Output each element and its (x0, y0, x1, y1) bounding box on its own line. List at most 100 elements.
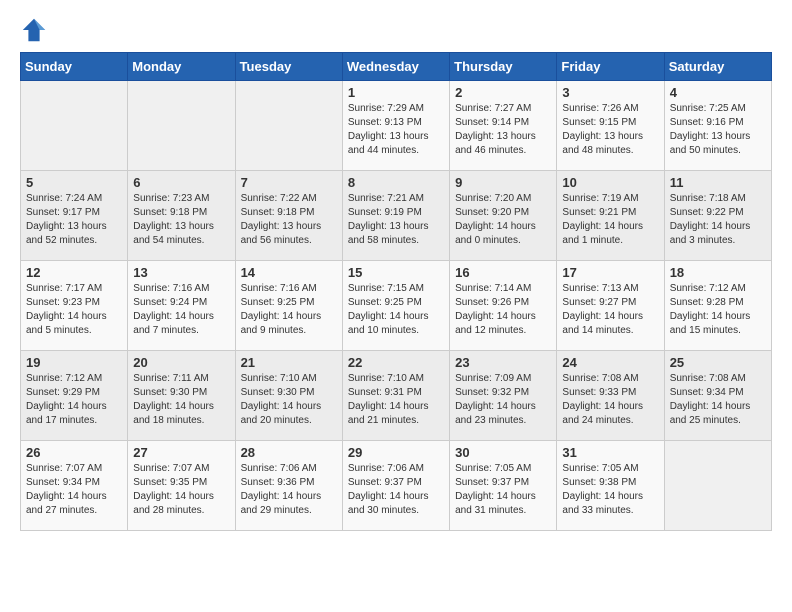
header (20, 16, 772, 44)
day-number: 12 (26, 265, 122, 280)
day-number: 7 (241, 175, 337, 190)
day-info: Sunrise: 7:08 AM Sunset: 9:34 PM Dayligh… (670, 373, 751, 426)
day-number: 4 (670, 85, 766, 100)
column-header-tuesday: Tuesday (235, 53, 342, 81)
day-number: 23 (455, 355, 551, 370)
day-cell: 3Sunrise: 7:26 AM Sunset: 9:15 PM Daylig… (557, 81, 664, 171)
day-info: Sunrise: 7:27 AM Sunset: 9:14 PM Dayligh… (455, 103, 536, 156)
day-cell: 14Sunrise: 7:16 AM Sunset: 9:25 PM Dayli… (235, 261, 342, 351)
day-cell: 31 Sunrise: 7:05 AM Sunset: 9:38 PM Dayli… (557, 441, 664, 531)
day-number: 11 (670, 175, 766, 190)
day-number: 26 (26, 445, 122, 460)
day-number: 27 (133, 445, 229, 460)
week-row-3: 12Sunrise: 7:17 AM Sunset: 9:23 PM Dayli… (21, 261, 772, 351)
day-cell: 4 Sunrise: 7:25 AM Sunset: 9:16 PM Daylig… (664, 81, 771, 171)
column-header-thursday: Thursday (450, 53, 557, 81)
day-cell: 12Sunrise: 7:17 AM Sunset: 9:23 PM Dayli… (21, 261, 128, 351)
day-cell: 8 Sunrise: 7:21 AM Sunset: 9:19 PM Daylig… (342, 171, 449, 261)
day-cell: 16Sunrise: 7:14 AM Sunset: 9:26 PM Dayli… (450, 261, 557, 351)
day-info: Sunrise: 7:10 AM Sunset: 9:30 PM Dayligh… (241, 373, 322, 426)
day-cell: 24Sunrise: 7:08 AM Sunset: 9:33 PM Dayli… (557, 351, 664, 441)
week-row-1: 1 Sunrise: 7:29 AM Sunset: 9:13 PM Daylig… (21, 81, 772, 171)
day-cell: 13 Sunrise: 7:16 AM Sunset: 9:24 PM Dayli… (128, 261, 235, 351)
day-cell: 18 Sunrise: 7:12 AM Sunset: 9:28 PM Dayli… (664, 261, 771, 351)
day-number: 19 (26, 355, 122, 370)
day-number: 15 (348, 265, 444, 280)
week-row-4: 19 Sunrise: 7:12 AM Sunset: 9:29 PM Dayli… (21, 351, 772, 441)
day-number: 18 (670, 265, 766, 280)
day-number: 2 (455, 85, 551, 100)
day-info: Sunrise: 7:15 AM Sunset: 9:25 PM Dayligh… (348, 283, 429, 336)
day-info: Sunrise: 7:14 AM Sunset: 9:26 PM Dayligh… (455, 283, 536, 336)
day-info: Sunrise: 7:11 AM Sunset: 9:30 PM Dayligh… (133, 373, 214, 426)
day-info: Sunrise: 7:10 AM Sunset: 9:31 PM Dayligh… (348, 373, 429, 426)
day-info: Sunrise: 7:22 AM Sunset: 9:18 PM Dayligh… (241, 193, 322, 246)
day-number: 24 (562, 355, 658, 370)
day-cell: 5 Sunrise: 7:24 AM Sunset: 9:17 PM Daylig… (21, 171, 128, 261)
day-number: 28 (241, 445, 337, 460)
day-info: Sunrise: 7:21 AM Sunset: 9:19 PM Dayligh… (348, 193, 429, 246)
day-number: 17 (562, 265, 658, 280)
day-cell: 10 Sunrise: 7:19 AM Sunset: 9:21 PM Dayli… (557, 171, 664, 261)
day-cell: 19 Sunrise: 7:12 AM Sunset: 9:29 PM Dayli… (21, 351, 128, 441)
column-header-saturday: Saturday (664, 53, 771, 81)
day-info: Sunrise: 7:12 AM Sunset: 9:29 PM Dayligh… (26, 373, 107, 426)
day-info: Sunrise: 7:06 AM Sunset: 9:36 PM Dayligh… (241, 463, 322, 516)
day-cell: 28 Sunrise: 7:06 AM Sunset: 9:36 PM Dayli… (235, 441, 342, 531)
day-cell: 9Sunrise: 7:20 AM Sunset: 9:20 PM Daylig… (450, 171, 557, 261)
day-cell: 23Sunrise: 7:09 AM Sunset: 9:32 PM Dayli… (450, 351, 557, 441)
week-row-2: 5 Sunrise: 7:24 AM Sunset: 9:17 PM Daylig… (21, 171, 772, 261)
day-cell (664, 441, 771, 531)
day-info: Sunrise: 7:05 AM Sunset: 9:38 PM Dayligh… (562, 463, 643, 516)
day-cell (21, 81, 128, 171)
column-header-wednesday: Wednesday (342, 53, 449, 81)
day-number: 31 (562, 445, 658, 460)
day-cell: 26Sunrise: 7:07 AM Sunset: 9:34 PM Dayli… (21, 441, 128, 531)
calendar-page: SundayMondayTuesdayWednesdayThursdayFrid… (0, 0, 792, 547)
day-cell: 7 Sunrise: 7:22 AM Sunset: 9:18 PM Daylig… (235, 171, 342, 261)
day-cell: 29Sunrise: 7:06 AM Sunset: 9:37 PM Dayli… (342, 441, 449, 531)
day-number: 29 (348, 445, 444, 460)
calendar-table: SundayMondayTuesdayWednesdayThursdayFrid… (20, 52, 772, 531)
day-cell: 22 Sunrise: 7:10 AM Sunset: 9:31 PM Dayli… (342, 351, 449, 441)
column-header-friday: Friday (557, 53, 664, 81)
day-info: Sunrise: 7:24 AM Sunset: 9:17 PM Dayligh… (26, 193, 107, 246)
day-cell: 6Sunrise: 7:23 AM Sunset: 9:18 PM Daylig… (128, 171, 235, 261)
day-cell (128, 81, 235, 171)
day-number: 30 (455, 445, 551, 460)
week-row-5: 26Sunrise: 7:07 AM Sunset: 9:34 PM Dayli… (21, 441, 772, 531)
day-number: 1 (348, 85, 444, 100)
day-cell: 25 Sunrise: 7:08 AM Sunset: 9:34 PM Dayli… (664, 351, 771, 441)
day-info: Sunrise: 7:18 AM Sunset: 9:22 PM Dayligh… (670, 193, 751, 246)
day-number: 8 (348, 175, 444, 190)
day-number: 25 (670, 355, 766, 370)
day-info: Sunrise: 7:23 AM Sunset: 9:18 PM Dayligh… (133, 193, 214, 246)
day-info: Sunrise: 7:25 AM Sunset: 9:16 PM Dayligh… (670, 103, 751, 156)
day-cell: 11 Sunrise: 7:18 AM Sunset: 9:22 PM Dayli… (664, 171, 771, 261)
day-info: Sunrise: 7:29 AM Sunset: 9:13 PM Dayligh… (348, 103, 429, 156)
day-cell: 20 Sunrise: 7:11 AM Sunset: 9:30 PM Dayli… (128, 351, 235, 441)
day-info: Sunrise: 7:05 AM Sunset: 9:37 PM Dayligh… (455, 463, 536, 516)
day-info: Sunrise: 7:19 AM Sunset: 9:21 PM Dayligh… (562, 193, 643, 246)
day-info: Sunrise: 7:16 AM Sunset: 9:24 PM Dayligh… (133, 283, 214, 336)
day-cell: 1 Sunrise: 7:29 AM Sunset: 9:13 PM Daylig… (342, 81, 449, 171)
day-cell (235, 81, 342, 171)
day-number: 10 (562, 175, 658, 190)
logo-icon (20, 16, 48, 44)
day-info: Sunrise: 7:20 AM Sunset: 9:20 PM Dayligh… (455, 193, 536, 246)
day-number: 5 (26, 175, 122, 190)
column-header-sunday: Sunday (21, 53, 128, 81)
day-cell: 15 Sunrise: 7:15 AM Sunset: 9:25 PM Dayli… (342, 261, 449, 351)
day-info: Sunrise: 7:26 AM Sunset: 9:15 PM Dayligh… (562, 103, 643, 156)
logo (20, 16, 52, 44)
day-cell: 17 Sunrise: 7:13 AM Sunset: 9:27 PM Dayli… (557, 261, 664, 351)
day-info: Sunrise: 7:13 AM Sunset: 9:27 PM Dayligh… (562, 283, 643, 336)
day-number: 13 (133, 265, 229, 280)
day-number: 21 (241, 355, 337, 370)
day-number: 22 (348, 355, 444, 370)
column-header-monday: Monday (128, 53, 235, 81)
day-number: 14 (241, 265, 337, 280)
day-info: Sunrise: 7:12 AM Sunset: 9:28 PM Dayligh… (670, 283, 751, 336)
header-row: SundayMondayTuesdayWednesdayThursdayFrid… (21, 53, 772, 81)
day-number: 20 (133, 355, 229, 370)
